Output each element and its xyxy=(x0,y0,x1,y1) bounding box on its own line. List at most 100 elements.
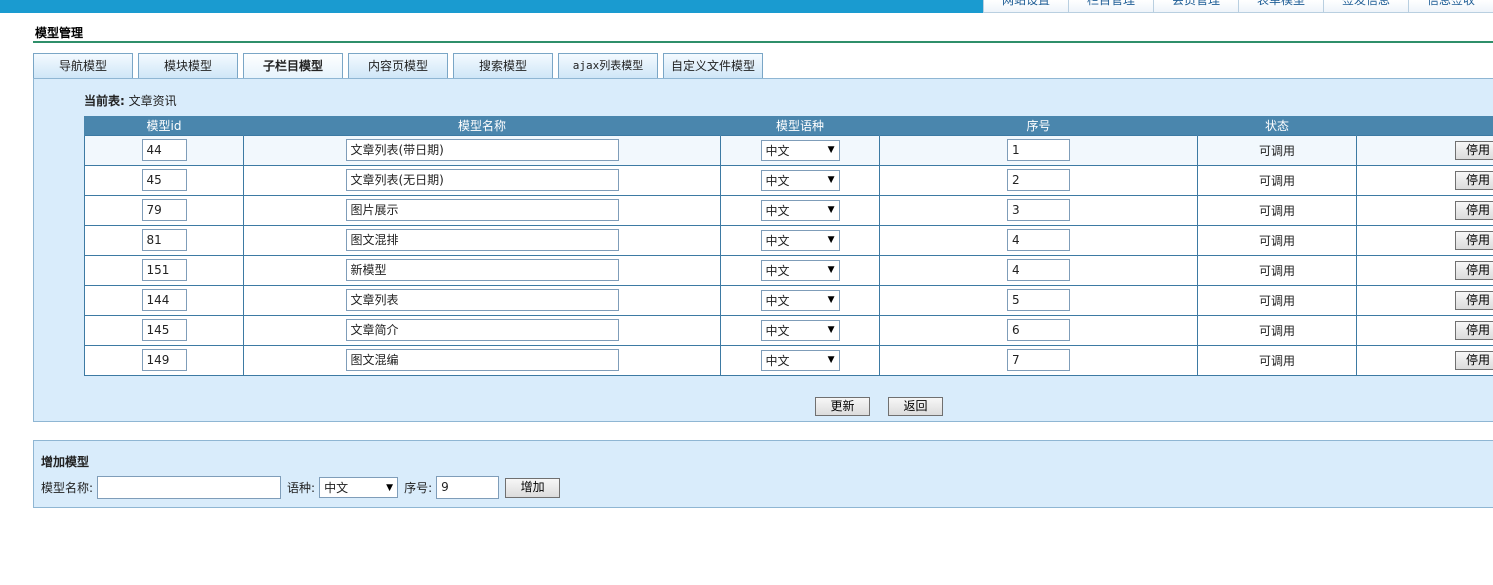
model-id-input[interactable]: 81 xyxy=(141,229,187,251)
chevron-down-icon: ▼ xyxy=(827,175,835,185)
order-input[interactable]: 6 xyxy=(1007,319,1070,341)
language-value: 中文 xyxy=(765,143,790,158)
tab-subcolumn-model[interactable]: 子栏目模型 xyxy=(243,53,343,78)
order-input[interactable]: 3 xyxy=(1007,199,1070,221)
cell-action: 停用模 xyxy=(1356,254,1493,286)
cell-name: 文章列表(带日期) xyxy=(243,134,721,166)
model-id-input[interactable]: 79 xyxy=(141,199,187,221)
cell-status: 可调用 xyxy=(1197,194,1357,226)
top-nav-member-management[interactable]: 会员管理 xyxy=(1153,0,1238,13)
top-nav-form-model[interactable]: 表单模型 xyxy=(1238,0,1323,13)
order-input[interactable]: 4 xyxy=(1007,229,1070,251)
model-id-input[interactable]: 145 xyxy=(141,319,187,341)
header-status: 状态 xyxy=(1197,116,1357,135)
model-id-input[interactable]: 44 xyxy=(141,139,187,161)
cell-status: 可调用 xyxy=(1197,224,1357,256)
cell-name: 图片展示 xyxy=(243,194,721,226)
tab-custom-file-model[interactable]: 自定义文件模型 xyxy=(663,53,763,78)
disable-button[interactable]: 停用 xyxy=(1455,320,1493,340)
order-input[interactable]: 4 xyxy=(1007,259,1070,281)
cell-status: 可调用 xyxy=(1197,344,1357,376)
table-row: 44 文章列表(带日期) 中文 ▼ 1 可调用 停用模 xyxy=(84,134,1493,166)
chevron-down-icon: ▼ xyxy=(827,325,835,335)
disable-button[interactable]: 停用 xyxy=(1455,230,1493,250)
model-language-select[interactable]: 中文 ▼ xyxy=(760,319,840,341)
order-input[interactable]: 2 xyxy=(1007,169,1070,191)
model-tabs: 导航模型 模块模型 子栏目模型 内容页模型 搜索模型 ajax列表模型 自定义文… xyxy=(33,53,768,78)
disable-button[interactable]: 停用 xyxy=(1455,200,1493,220)
tab-nav-model[interactable]: 导航模型 xyxy=(33,53,133,78)
cell-order: 6 xyxy=(879,314,1198,346)
model-id-input[interactable]: 45 xyxy=(141,169,187,191)
cell-language: 中文 ▼ xyxy=(720,224,880,256)
disable-button[interactable]: 停用 xyxy=(1455,350,1493,370)
model-language-select[interactable]: 中文 ▼ xyxy=(760,169,840,191)
disable-button[interactable]: 停用 xyxy=(1455,260,1493,280)
model-name-input[interactable]: 文章列表(带日期) xyxy=(345,139,619,161)
disable-button[interactable]: 停用 xyxy=(1455,140,1493,160)
top-nav: 网站设置 栏目管理 会员管理 表单模型 签发信息 信息签收 xyxy=(983,0,1493,13)
top-nav-site-settings[interactable]: 网站设置 xyxy=(983,0,1068,13)
chevron-down-icon: ▼ xyxy=(386,482,394,493)
header-model-id: 模型id xyxy=(84,116,244,135)
model-name-input[interactable]: 文章简介 xyxy=(345,319,619,341)
top-nav-column-management[interactable]: 栏目管理 xyxy=(1068,0,1153,13)
cell-name: 文章列表(无日期) xyxy=(243,164,721,196)
add-language-value: 中文 xyxy=(324,481,349,495)
chevron-down-icon: ▼ xyxy=(827,205,835,215)
cell-action: 停用模 xyxy=(1356,194,1493,226)
add-name-input[interactable] xyxy=(97,476,282,499)
add-language-label: 语种: xyxy=(287,481,316,495)
table-row: 45 文章列表(无日期) 中文 ▼ 2 可调用 停用模 xyxy=(84,164,1493,196)
tab-content-page-model[interactable]: 内容页模型 xyxy=(348,53,448,78)
tab-ajax-list-model[interactable]: ajax列表模型 xyxy=(558,53,658,78)
tab-module-model[interactable]: 模块模型 xyxy=(138,53,238,78)
add-button[interactable]: 增加 xyxy=(505,477,561,498)
model-name-input[interactable]: 图文混排 xyxy=(345,229,619,251)
cell-id: 151 xyxy=(84,254,244,286)
cell-id: 44 xyxy=(84,134,244,166)
add-model-title: 增加模型 xyxy=(41,455,90,469)
header-model-name: 模型名称 xyxy=(243,116,721,135)
order-input[interactable]: 7 xyxy=(1007,349,1070,371)
model-name-input[interactable]: 新模型 xyxy=(345,259,619,281)
model-name-input[interactable]: 图文混编 xyxy=(345,349,619,371)
back-button[interactable]: 返回 xyxy=(888,397,943,416)
header-action xyxy=(1356,116,1493,135)
disable-button[interactable]: 停用 xyxy=(1455,170,1493,190)
add-language-select[interactable]: 中文 ▼ xyxy=(319,477,399,498)
model-id-input[interactable]: 151 xyxy=(141,259,187,281)
disable-button[interactable]: 停用 xyxy=(1455,290,1493,310)
tab-search-model[interactable]: 搜索模型 xyxy=(453,53,553,78)
cell-id: 145 xyxy=(84,314,244,346)
model-language-select[interactable]: 中文 ▼ xyxy=(760,259,840,281)
model-language-select[interactable]: 中文 ▼ xyxy=(760,229,840,251)
table-row: 81 图文混排 中文 ▼ 4 可调用 停用模 xyxy=(84,224,1493,256)
top-nav-issue-info[interactable]: 签发信息 xyxy=(1323,0,1408,13)
model-id-input[interactable]: 149 xyxy=(141,349,187,371)
add-order-input[interactable]: 9 xyxy=(436,476,500,499)
status-text: 可调用 xyxy=(1258,293,1295,308)
cell-language: 中文 ▼ xyxy=(720,314,880,346)
top-nav-receive-info[interactable]: 信息签收 xyxy=(1408,0,1493,13)
cell-id: 144 xyxy=(84,284,244,316)
status-text: 可调用 xyxy=(1258,143,1295,158)
add-name-label: 模型名称: xyxy=(41,481,94,495)
status-text: 可调用 xyxy=(1258,233,1295,248)
cell-language: 中文 ▼ xyxy=(720,344,880,376)
top-nav-label: 网站设置 xyxy=(1001,0,1050,7)
model-name-input[interactable]: 文章列表(无日期) xyxy=(345,169,619,191)
model-language-select[interactable]: 中文 ▼ xyxy=(760,199,840,221)
cell-id: 45 xyxy=(84,164,244,196)
model-language-select[interactable]: 中文 ▼ xyxy=(760,139,840,161)
model-id-input[interactable]: 144 xyxy=(141,289,187,311)
model-name-input[interactable]: 图片展示 xyxy=(345,199,619,221)
update-button[interactable]: 更新 xyxy=(815,397,870,416)
order-input[interactable]: 1 xyxy=(1007,139,1070,161)
language-value: 中文 xyxy=(765,233,790,248)
model-name-input[interactable]: 文章列表 xyxy=(345,289,619,311)
model-language-select[interactable]: 中文 ▼ xyxy=(760,349,840,371)
order-input[interactable]: 5 xyxy=(1007,289,1070,311)
model-language-select[interactable]: 中文 ▼ xyxy=(760,289,840,311)
table-row: 79 图片展示 中文 ▼ 3 可调用 停用模 xyxy=(84,194,1493,226)
